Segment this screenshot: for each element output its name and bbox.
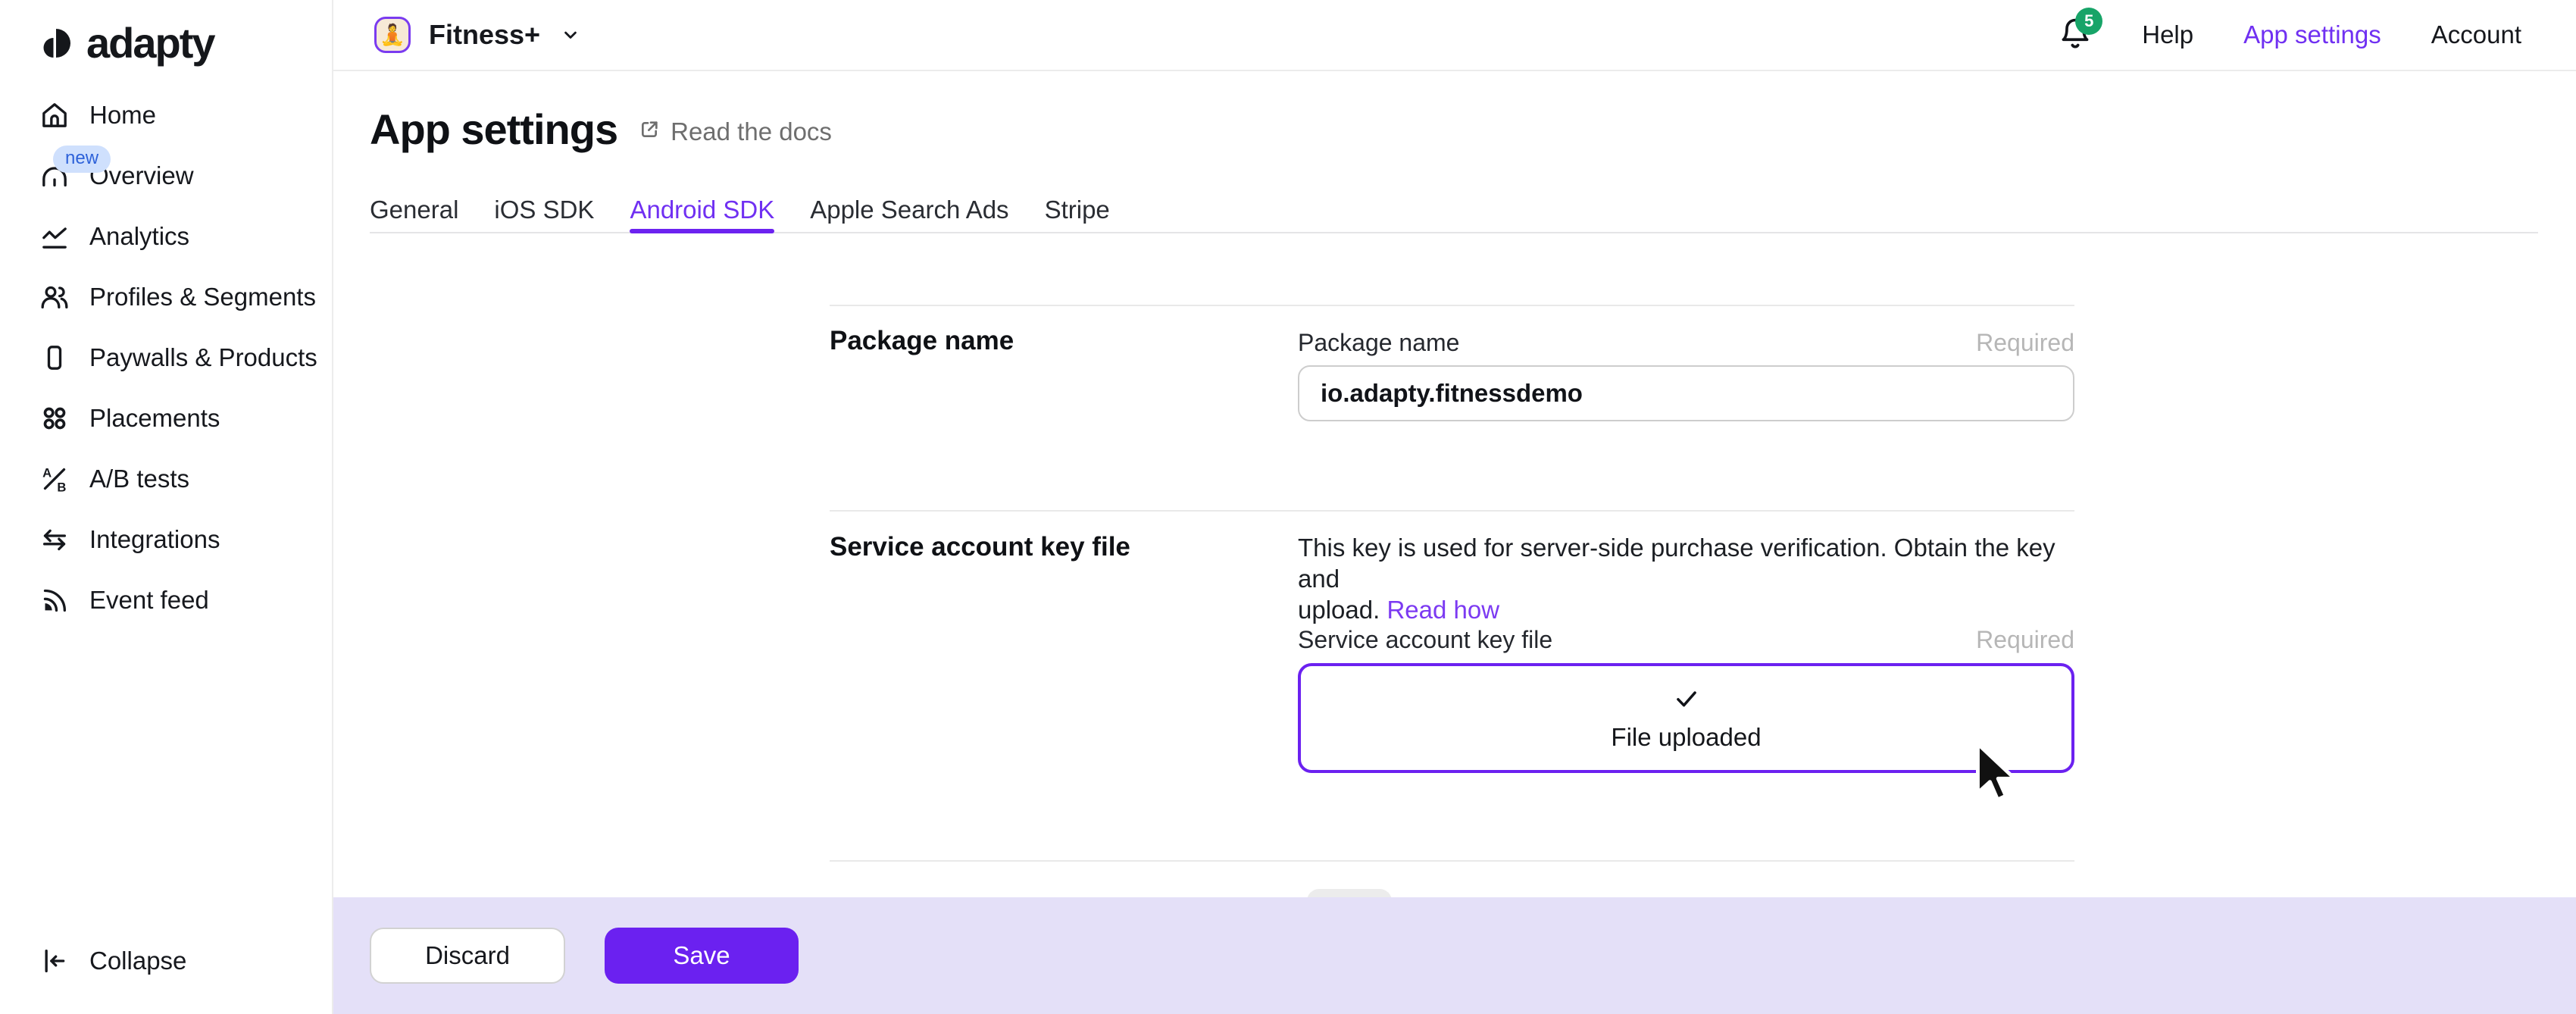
sidebar-collapse-button[interactable]: Collapse <box>39 946 186 976</box>
page-header: App settings Read the docs <box>370 105 832 154</box>
save-action-bar: Discard Save <box>333 897 2576 1014</box>
sidebar-item-integrations[interactable]: Integrations <box>0 509 332 570</box>
package-name-section-title: Package name <box>830 326 1014 356</box>
service-key-upload-dropzone[interactable]: File uploaded <box>1298 663 2074 773</box>
service-key-description-line2: upload. <box>1298 596 1380 624</box>
tab-android-sdk[interactable]: Android SDK <box>630 191 774 232</box>
adapty-logo-text: adapty <box>86 18 214 67</box>
help-link[interactable]: Help <box>2142 20 2193 49</box>
settings-tabs: General iOS SDK Android SDK Apple Search… <box>370 191 2538 233</box>
svg-text:A: A <box>42 466 52 480</box>
collapse-icon <box>39 946 70 976</box>
service-key-section-title: Service account key file <box>830 532 1130 562</box>
read-how-link[interactable]: Read how <box>1386 596 1499 624</box>
ab-test-icon: A B <box>39 464 70 494</box>
sidebar-item-profiles-segments[interactable]: Profiles & Segments <box>0 267 332 327</box>
read-the-docs-label: Read the docs <box>671 117 832 146</box>
service-key-description-line1: This key is used for server-side purchas… <box>1298 532 2078 594</box>
package-name-input[interactable] <box>1298 365 2074 421</box>
grid-circles-icon <box>39 403 70 433</box>
sidebar-item-overview[interactable]: new Overview <box>0 146 332 206</box>
tab-stripe[interactable]: Stripe <box>1045 191 1110 232</box>
adapty-dashboard: adapty Home new <box>0 0 2576 1014</box>
sidebar: adapty Home new <box>0 0 333 1014</box>
sidebar-item-label: Paywalls & Products <box>89 343 317 372</box>
sidebar-item-label: Integrations <box>89 525 220 554</box>
read-the-docs-link[interactable]: Read the docs <box>637 117 832 146</box>
tab-apple-search-ads[interactable]: Apple Search Ads <box>810 191 1008 232</box>
users-icon <box>39 282 70 312</box>
phone-icon <box>39 343 70 373</box>
sidebar-item-event-feed[interactable]: Event feed <box>0 570 332 631</box>
upload-status-text: File uploaded <box>1611 723 1761 752</box>
external-link-icon <box>637 117 661 146</box>
rss-feed-icon <box>39 585 70 615</box>
section-divider <box>830 860 2074 862</box>
sync-arrows-icon <box>39 524 70 555</box>
sidebar-item-label: Home <box>89 101 156 130</box>
app-name: Fitness+ <box>429 19 540 51</box>
app-switcher[interactable]: 🧘 Fitness+ <box>374 17 581 53</box>
main-content: App settings Read the docs General iOS S… <box>333 71 2576 1014</box>
notification-count-badge: 5 <box>2075 8 2102 35</box>
account-link[interactable]: Account <box>2431 20 2521 49</box>
topbar: 🧘 Fitness+ 5 Help App settings Ac <box>333 0 2576 71</box>
section-divider <box>830 305 2074 306</box>
sidebar-item-label: Profiles & Segments <box>89 283 316 311</box>
chevron-down-icon <box>560 24 581 45</box>
sidebar-item-paywalls-products[interactable]: Paywalls & Products <box>0 327 332 388</box>
home-icon <box>39 100 70 130</box>
sidebar-item-placements[interactable]: Placements <box>0 388 332 449</box>
notifications-button[interactable]: 5 <box>2059 17 2092 54</box>
sidebar-nav: Home new Overview <box>0 85 332 631</box>
discard-button[interactable]: Discard <box>370 928 565 984</box>
topbar-right: 5 Help App settings Account <box>2059 17 2521 54</box>
sidebar-item-label: Analytics <box>89 222 189 251</box>
sidebar-item-label: Placements <box>89 404 220 433</box>
sidebar-item-label: A/B tests <box>89 465 189 493</box>
new-badge: new <box>53 146 111 173</box>
service-key-description: This key is used for server-side purchas… <box>1298 532 2078 625</box>
service-key-required-hint: Required <box>1298 626 2074 654</box>
chart-line-icon <box>39 221 70 252</box>
section-divider <box>830 510 2074 512</box>
svg-text:B: B <box>57 480 66 494</box>
checkmark-icon <box>1672 684 1701 717</box>
collapse-label: Collapse <box>89 947 186 975</box>
save-button[interactable]: Save <box>605 928 799 984</box>
adapty-logo-icon <box>38 21 74 65</box>
app-avatar: 🧘 <box>374 17 411 53</box>
adapty-logo[interactable]: adapty <box>38 18 214 67</box>
sidebar-item-home[interactable]: Home <box>0 85 332 146</box>
sidebar-item-analytics[interactable]: Analytics <box>0 206 332 267</box>
package-name-required-hint: Required <box>1298 329 2074 357</box>
page-title: App settings <box>370 105 617 154</box>
app-settings-link[interactable]: App settings <box>2243 20 2381 49</box>
sidebar-item-label: Event feed <box>89 586 209 615</box>
tab-general[interactable]: General <box>370 191 458 232</box>
tab-ios-sdk[interactable]: iOS SDK <box>494 191 594 232</box>
sidebar-item-ab-tests[interactable]: A B A/B tests <box>0 449 332 509</box>
